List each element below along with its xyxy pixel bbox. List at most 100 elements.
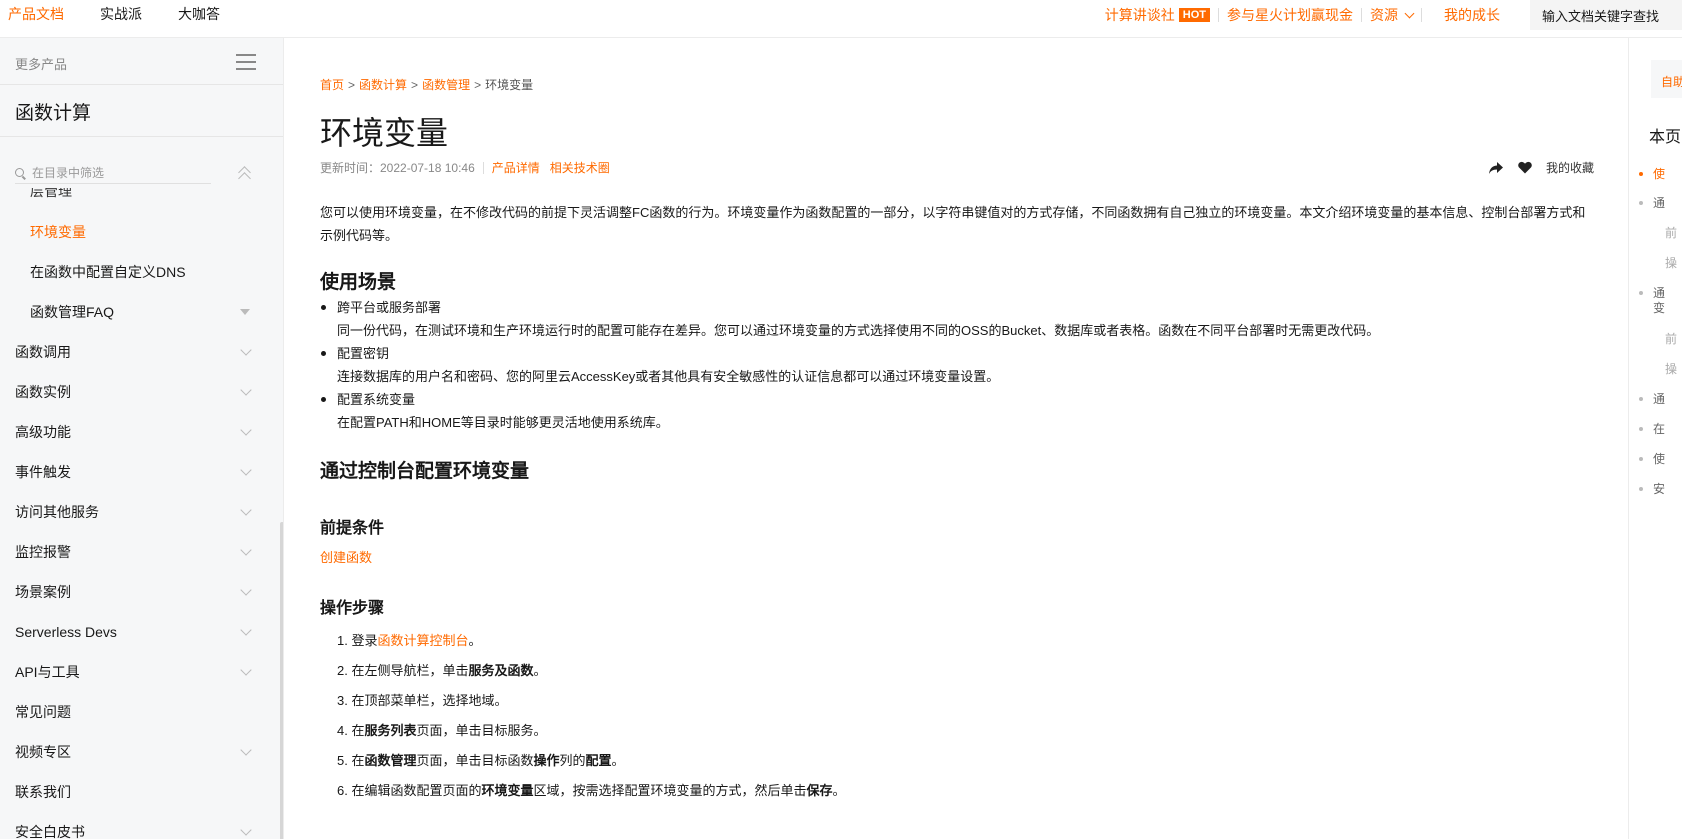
- page-meta: 更新时间：2022-07-18 10:46 产品详情 相关技术圈: [320, 159, 610, 176]
- page-toc: 自助 本页 使 通 前 操 通变 前 操 通 在 使 安: [1628, 38, 1682, 839]
- section-console-title: 通过控制台配置环境变量: [320, 461, 530, 482]
- toc-label: 通: [1653, 392, 1666, 406]
- hamburger-menu-icon[interactable]: [236, 54, 256, 70]
- sidebar-item-video[interactable]: 视频专区: [0, 732, 280, 772]
- toc-subitem[interactable]: 操: [1665, 254, 1677, 271]
- scene-desc: 连接数据库的用户名和密码、您的阿里云AccessKey或者其他具有安全敏感性的认…: [337, 369, 1000, 384]
- chevron-down-icon: [240, 344, 252, 356]
- collapse-up-icon[interactable]: [238, 166, 251, 185]
- chevron-down-icon: [240, 464, 252, 476]
- chevron-down-icon: [240, 824, 252, 836]
- list-item: 配置密钥 连接数据库的用户名和密码、您的阿里云AccessKey或者其他具有安全敏…: [320, 342, 1590, 388]
- toc-item[interactable]: 使: [1639, 165, 1665, 182]
- breadcrumb-func-mgmt[interactable]: 函数管理: [422, 78, 470, 92]
- product-title[interactable]: 函数计算: [15, 98, 91, 125]
- breadcrumb: 首页 > 函数计算 > 函数管理 > 环境变量: [320, 78, 534, 92]
- doc-search-input[interactable]: 输入文档关键字查找: [1530, 0, 1682, 30]
- fc-console-link[interactable]: 函数计算控制台: [377, 633, 468, 648]
- sidebar-item-instance[interactable]: 函数实例: [0, 372, 280, 412]
- nav-product-docs[interactable]: 产品文档: [8, 4, 64, 24]
- sidebar-item-invoke[interactable]: 函数调用: [0, 332, 280, 372]
- sidebar-item-faq[interactable]: 常见问题: [0, 692, 280, 732]
- sidebar-item-serverless-devs[interactable]: Serverless Devs: [0, 612, 280, 652]
- sidebar-item-layer-management[interactable]: 层管理: [30, 188, 72, 200]
- scene-desc: 同一份代码，在测试环境和生产环境运行时的配置可能存在差异。您可以通过环境变量的方…: [337, 323, 1380, 338]
- page-title: 环境变量: [320, 115, 449, 151]
- self-service-button[interactable]: 自助: [1651, 60, 1682, 98]
- sidebar-item-whitepaper[interactable]: 安全白皮书: [0, 812, 280, 839]
- breadcrumb-fc[interactable]: 函数计算: [359, 78, 407, 92]
- toc-subitem[interactable]: 前: [1665, 330, 1677, 347]
- sidebar-item-label: 安全白皮书: [15, 824, 85, 839]
- toc-subitem[interactable]: 前: [1665, 224, 1677, 241]
- step-text: 3. 在顶部菜单栏，选择地域。: [337, 693, 508, 708]
- sidebar-item-monitoring[interactable]: 监控报警: [0, 532, 280, 572]
- sidebar-item-contact[interactable]: 联系我们: [0, 772, 280, 812]
- toc-item[interactable]: 使: [1639, 450, 1665, 467]
- sidebar-item-other-services[interactable]: 访问其他服务: [0, 492, 280, 532]
- step-text: 1. 登录: [337, 633, 378, 648]
- update-time: 更新时间：2022-07-18 10:46: [320, 161, 475, 175]
- step-text: 。: [533, 663, 547, 678]
- breadcrumb-home[interactable]: 首页: [320, 78, 344, 92]
- toc-label: 安: [1653, 482, 1666, 496]
- nav-practice[interactable]: 实战派: [100, 4, 142, 24]
- chevron-down-icon: [240, 504, 252, 516]
- talk-link[interactable]: 计算讲谈社: [1105, 5, 1175, 25]
- toc-item[interactable]: 通: [1639, 194, 1665, 211]
- my-growth-link[interactable]: 我的成长: [1444, 5, 1500, 25]
- step-text: 6. 在编辑函数配置页面的: [337, 783, 482, 798]
- toc-item[interactable]: 安: [1639, 480, 1665, 497]
- bullet-icon: [1639, 487, 1643, 491]
- intro-paragraph: 您可以使用环境变量，在不修改代码的前提下灵活调整FC函数的行为。环境变量作为函数…: [320, 205, 1586, 243]
- resources-label: 资源: [1370, 7, 1398, 23]
- chevron-down-icon: [240, 544, 252, 556]
- heart-icon[interactable]: [1518, 161, 1532, 174]
- step-bold: 环境变量: [481, 783, 534, 798]
- nav-expert-qa[interactable]: 大咖答: [178, 4, 220, 24]
- product-detail-link[interactable]: 产品详情: [492, 159, 540, 176]
- step-text: 。: [468, 633, 482, 648]
- breadcrumb-current: 环境变量: [485, 78, 534, 92]
- toc-filter-input[interactable]: 在目录中筛选: [15, 162, 211, 184]
- list-item: 1. 登录函数计算控制台。: [320, 626, 1590, 656]
- sidebar-item-label: 在函数中配置自定义DNS: [30, 264, 186, 280]
- step-text: 页面，单击目标函数: [416, 753, 534, 768]
- sidebar-item-env-vars[interactable]: 环境变量: [0, 212, 280, 252]
- step-text: 2. 在左侧导航栏，单击: [337, 663, 469, 678]
- resources-menu[interactable]: 资源: [1370, 5, 1415, 25]
- sidebar-item-api-tools[interactable]: API与工具: [0, 652, 280, 692]
- toc-item[interactable]: 在: [1639, 420, 1665, 437]
- sidebar-item-cases[interactable]: 场景案例: [0, 572, 280, 612]
- step-text: 页面，单击目标服务。: [416, 723, 547, 738]
- sidebar-scrollbar[interactable]: [280, 522, 283, 839]
- bullet-icon: [1639, 397, 1643, 401]
- sidebar-item-label: 场景案例: [15, 584, 71, 600]
- toc-label: 使: [1653, 167, 1666, 181]
- sidebar: 更多产品 函数计算 在目录中筛选 层管理 环境变量 在函数中配置自定义DNS 函…: [0, 38, 284, 839]
- bullet-icon: [1639, 457, 1643, 461]
- favorite-link[interactable]: 我的收藏: [1546, 159, 1594, 176]
- sidebar-item-triggers[interactable]: 事件触发: [0, 452, 280, 492]
- bullet-icon: [1639, 291, 1643, 295]
- step-bold: 服务及函数: [468, 663, 534, 678]
- section-usage-title: 使用场景: [320, 272, 397, 293]
- share-icon[interactable]: [1488, 161, 1504, 175]
- sidebar-item-advanced[interactable]: 高级功能: [0, 412, 280, 452]
- sidebar-item-custom-dns[interactable]: 在函数中配置自定义DNS: [0, 252, 280, 292]
- step-text: 。: [832, 783, 846, 798]
- create-function-link[interactable]: 创建函数: [320, 550, 372, 565]
- toc-item[interactable]: 通: [1639, 390, 1665, 407]
- sidebar-item-label: API与工具: [15, 664, 80, 680]
- sidebar-item-label: 事件触发: [15, 464, 71, 480]
- toc-item[interactable]: 通变: [1639, 286, 1665, 316]
- scene-list: 跨平台或服务部署 同一份代码，在测试环境和生产环境运行时的配置可能存在差异。您可以…: [320, 296, 1590, 434]
- sidebar-item-func-mgmt-faq[interactable]: 函数管理FAQ: [0, 292, 280, 332]
- chevron-down-icon: [240, 664, 252, 676]
- spark-plan-link[interactable]: 参与星火计划赢现金: [1227, 5, 1353, 25]
- top-nav: 产品文档 实战派 大咖答: [8, 4, 220, 24]
- toc-subitem[interactable]: 操: [1665, 360, 1677, 377]
- hot-badge: HOT: [1178, 8, 1210, 22]
- divider: [1361, 8, 1362, 22]
- tech-circle-link[interactable]: 相关技术圈: [550, 159, 610, 176]
